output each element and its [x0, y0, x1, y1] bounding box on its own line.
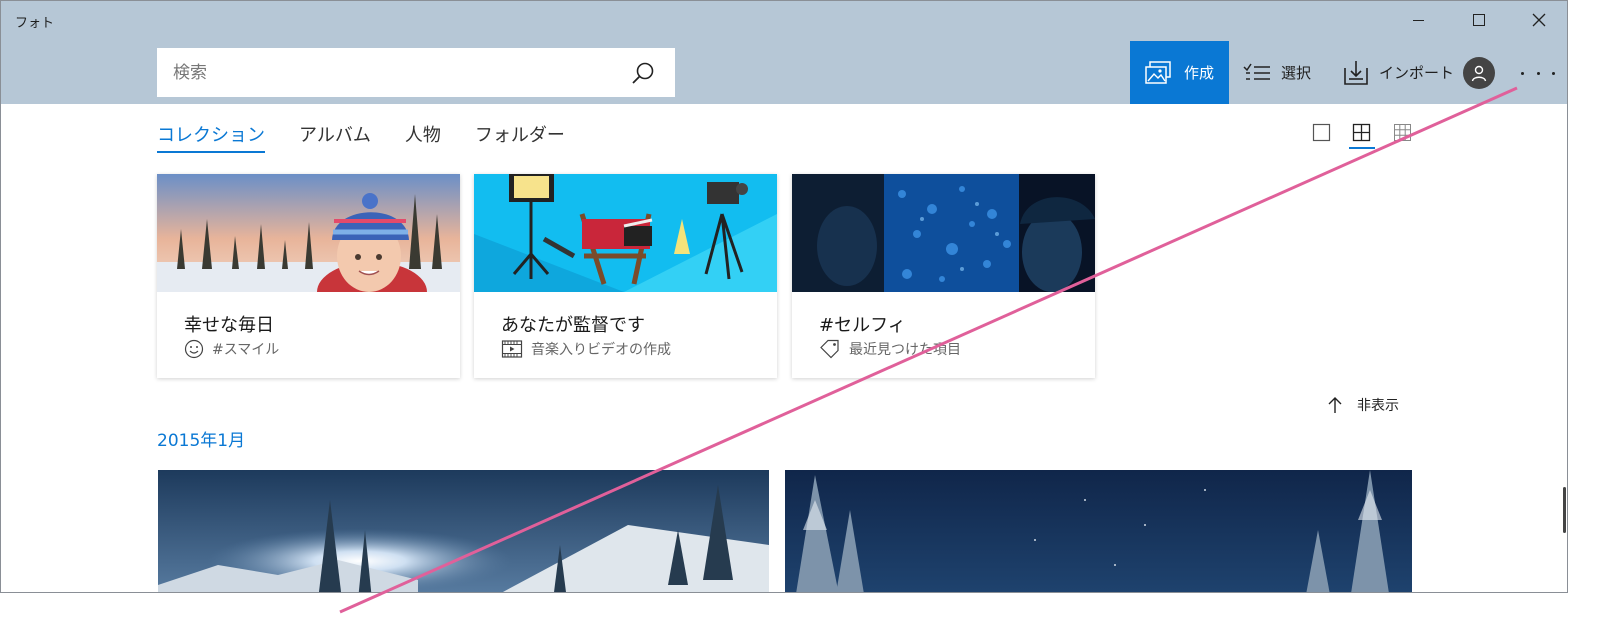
scrollbar-thumb[interactable]: [1563, 487, 1566, 533]
collection-card-smile[interactable]: 幸せな毎日 #スマイル: [157, 174, 460, 378]
card-subtitle-text: 音楽入りビデオの作成: [531, 342, 671, 358]
hide-label: 非表示: [1357, 398, 1399, 414]
search-box: [157, 48, 675, 97]
photo-thumbnail[interactable]: [158, 470, 769, 592]
nav-tabs: コレクション アルバム 人物 フォルダー: [157, 121, 599, 153]
view-selected-indicator: [1349, 147, 1375, 149]
search-icon[interactable]: [630, 60, 656, 86]
app-title: フォト: [15, 16, 55, 31]
card-title: 幸せな毎日: [184, 315, 274, 336]
card-thumbnail: [474, 174, 777, 292]
create-label: 作成: [1184, 64, 1215, 82]
import-button[interactable]: インポート: [1343, 41, 1454, 104]
card-subtitle: 音楽入りビデオの作成: [501, 339, 671, 359]
small-grid-icon[interactable]: [1393, 123, 1413, 143]
maximize-button[interactable]: [1456, 1, 1502, 39]
account-avatar[interactable]: [1463, 57, 1495, 89]
large-view-icon[interactable]: [1312, 123, 1332, 143]
collection-card-selfie[interactable]: #セルフィ 最近見つけた項目: [792, 174, 1095, 378]
medium-grid-icon[interactable]: [1352, 123, 1372, 143]
import-label: インポート: [1379, 64, 1455, 82]
more-options-button[interactable]: [1521, 61, 1555, 85]
card-subtitle-text: #スマイル: [212, 342, 280, 358]
card-subtitle-text: 最近見つけた項目: [849, 342, 961, 358]
tab-collection[interactable]: コレクション: [157, 121, 265, 153]
card-thumbnail: [157, 174, 460, 292]
card-title: あなたが監督です: [501, 315, 645, 336]
hide-collections-button[interactable]: 非表示: [1327, 395, 1399, 415]
card-subtitle: 最近見つけた項目: [819, 339, 961, 359]
card-subtitle: #スマイル: [184, 339, 279, 359]
tag-icon: [820, 339, 839, 359]
tab-album[interactable]: アルバム: [299, 121, 371, 153]
create-button[interactable]: 作成: [1130, 41, 1229, 104]
photos-app-window: フォト 作成 選択: [0, 0, 1568, 593]
app-header: フォト 作成 選択: [1, 1, 1567, 104]
checklist-icon: [1243, 63, 1270, 80]
close-icon: [1532, 13, 1546, 27]
minimize-button[interactable]: [1395, 1, 1441, 39]
card-title: #セルフィ: [819, 315, 906, 336]
more-dot-icon: [1536, 71, 1540, 75]
smile-icon: [184, 339, 204, 359]
person-icon: [1471, 65, 1487, 82]
tab-people[interactable]: 人物: [405, 121, 441, 153]
more-dot-icon: [1552, 71, 1555, 75]
import-icon: [1344, 60, 1368, 85]
tab-folder[interactable]: フォルダー: [475, 121, 565, 153]
section-date-heading: 2015年1月: [157, 431, 246, 451]
video-editor-icon: [501, 340, 523, 358]
arrow-up-icon: [1328, 397, 1342, 413]
maximize-icon: [1473, 14, 1485, 26]
select-button[interactable]: 選択: [1243, 41, 1311, 104]
more-dot-icon: [1521, 71, 1524, 75]
photo-thumbnail[interactable]: [785, 470, 1412, 592]
close-button[interactable]: [1516, 1, 1562, 39]
select-label: 選択: [1281, 64, 1312, 82]
collection-card-video[interactable]: あなたが監督です 音楽入りビデオの作成: [474, 174, 777, 378]
create-image-icon: [1145, 60, 1171, 84]
card-thumbnail: [792, 174, 1095, 292]
minimize-icon: [1412, 19, 1424, 21]
search-input[interactable]: [157, 48, 627, 97]
